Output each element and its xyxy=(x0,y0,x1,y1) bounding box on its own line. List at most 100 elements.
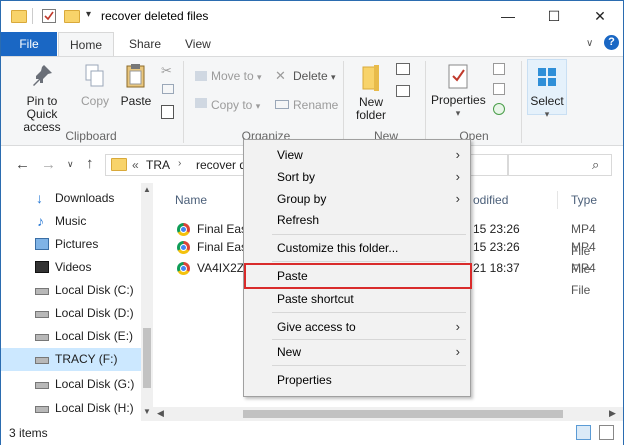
drive-icon xyxy=(35,406,49,413)
videos-icon xyxy=(35,261,49,273)
nav-scroll-thumb[interactable] xyxy=(143,328,151,388)
copy-label: Copy xyxy=(80,94,109,108)
nav-item-label: Local Disk (E:) xyxy=(55,329,134,343)
menu-item-group-by[interactable]: Group by › xyxy=(244,188,470,210)
content-scroll-thumb[interactable] xyxy=(243,410,563,418)
drive-icon xyxy=(35,311,49,318)
submenu-arrow-icon: › xyxy=(455,344,460,359)
easy-access-icon[interactable] xyxy=(396,85,410,97)
paste-button[interactable]: Paste xyxy=(119,63,153,108)
properties-button[interactable]: Properties ▾ xyxy=(431,63,486,120)
details-view-icon[interactable] xyxy=(576,425,591,440)
move-to-icon xyxy=(195,71,207,81)
recent-locations-icon[interactable]: ∨ xyxy=(67,159,74,170)
address-overflow[interactable]: « xyxy=(132,158,139,172)
nav-item-label: Local Disk (H:) xyxy=(55,401,134,415)
drive-icon xyxy=(35,334,49,341)
search-input[interactable]: ⌕ xyxy=(507,154,612,176)
menu-separator xyxy=(272,234,466,235)
copy-to-label: Copy to xyxy=(211,98,253,112)
move-to-button[interactable]: Move to ▾ xyxy=(211,69,262,83)
menu-separator xyxy=(272,339,466,340)
breadcrumb-recover[interactable]: recover d xyxy=(196,158,246,172)
nav-item-videos[interactable]: Videos xyxy=(1,256,141,279)
scroll-right-icon[interactable]: ▶ xyxy=(609,408,616,419)
customize-quick-access-icon[interactable]: ▾ xyxy=(86,9,91,20)
tab-view[interactable]: View xyxy=(173,32,223,56)
menu-item-label: View xyxy=(277,148,303,162)
scroll-down-icon[interactable]: ▼ xyxy=(143,407,151,416)
scroll-up-icon[interactable]: ▲ xyxy=(143,185,151,194)
new-folder-button[interactable]: New folder xyxy=(351,63,391,122)
collapse-ribbon-icon[interactable]: ∨ xyxy=(586,38,593,49)
cut-icon[interactable]: ✂ xyxy=(161,63,172,79)
menu-separator xyxy=(272,365,466,366)
chrome-file-icon xyxy=(177,241,190,254)
item-count: 3 items xyxy=(9,426,48,440)
rename-button[interactable]: Rename xyxy=(293,98,338,112)
delete-label: Delete xyxy=(293,69,328,83)
menu-item-give-access[interactable]: Give access to › xyxy=(244,316,470,338)
menu-item-sort-by[interactable]: Sort by › xyxy=(244,166,470,188)
nav-item-music[interactable]: ♪ Music xyxy=(1,210,141,233)
nav-item-downloads[interactable]: ↓ Downloads xyxy=(1,187,141,210)
ribbon-separator xyxy=(183,61,184,143)
new-folder-quick-icon[interactable] xyxy=(64,10,80,23)
nav-item-local-disk-c[interactable]: Local Disk (C:) xyxy=(1,279,141,302)
nav-item-local-disk-e[interactable]: Local Disk (E:) xyxy=(1,325,141,348)
folder-icon xyxy=(11,10,27,23)
properties-check-icon[interactable] xyxy=(42,9,56,23)
column-type[interactable]: Type xyxy=(571,193,597,207)
maximize-button[interactable]: ☐ xyxy=(531,1,577,31)
file-type: MP4 File xyxy=(571,261,596,297)
menu-item-view[interactable]: View › xyxy=(244,144,470,166)
select-grid-icon xyxy=(538,68,556,86)
open-icon[interactable] xyxy=(493,63,505,75)
copy-button[interactable]: Copy xyxy=(79,63,111,108)
properties-label: Properties xyxy=(431,93,486,107)
up-arrow-icon[interactable]: ↑ xyxy=(86,155,94,172)
copy-path-icon[interactable] xyxy=(162,84,174,94)
menu-item-paste-shortcut[interactable]: Paste shortcut xyxy=(244,288,470,310)
tab-home[interactable]: Home xyxy=(58,32,114,56)
copy-to-button[interactable]: Copy to ▾ xyxy=(211,98,260,112)
nav-item-label: TRACY (F:) xyxy=(55,352,118,366)
menu-item-refresh[interactable]: Refresh xyxy=(244,209,470,231)
nav-item-local-disk-h[interactable]: Local Disk (H:) xyxy=(1,397,141,420)
nav-item-tracy-f[interactable]: TRACY (F:) xyxy=(1,348,141,371)
nav-scrollbar[interactable]: ▲ ▼ xyxy=(141,183,153,421)
paste-shortcut-icon[interactable] xyxy=(161,105,174,119)
drive-icon xyxy=(35,357,49,364)
content-scrollbar[interactable]: ◀ ▶ xyxy=(153,407,623,421)
menu-item-properties[interactable]: Properties xyxy=(244,369,470,391)
history-icon[interactable] xyxy=(493,103,505,115)
chrome-file-icon xyxy=(177,223,190,236)
nav-item-label: Downloads xyxy=(55,191,115,205)
minimize-button[interactable]: — xyxy=(485,1,531,31)
back-arrow-icon[interactable]: ← xyxy=(15,156,30,173)
paste-highlight-box xyxy=(244,263,472,289)
delete-button[interactable]: Delete ▾ xyxy=(293,69,336,83)
new-item-icon[interactable] xyxy=(396,63,410,75)
forward-arrow-icon[interactable]: → xyxy=(41,156,56,173)
column-name[interactable]: Name xyxy=(175,193,207,207)
navigation-pane: ↓ Downloads ♪ Music Pictures Videos Loca… xyxy=(1,183,153,421)
column-date-modified[interactable]: odified xyxy=(473,193,508,207)
menu-item-new[interactable]: New › xyxy=(244,341,470,363)
large-icons-view-icon[interactable] xyxy=(599,425,614,440)
search-icon: ⌕ xyxy=(592,157,600,172)
submenu-arrow-icon: › xyxy=(455,319,460,334)
select-button[interactable]: Select ▾ xyxy=(527,59,567,119)
nav-item-local-disk-g[interactable]: Local Disk (G:) xyxy=(1,373,141,396)
scroll-left-icon[interactable]: ◀ xyxy=(157,408,164,419)
pin-to-quick-access-button[interactable]: Pin to Quick access xyxy=(7,63,77,134)
menu-item-customize-folder[interactable]: Customize this folder... xyxy=(244,237,470,259)
tab-share[interactable]: Share xyxy=(117,32,173,56)
breadcrumb-tracy[interactable]: TRA xyxy=(146,158,170,172)
close-button[interactable]: ✕ xyxy=(577,1,623,31)
tab-file[interactable]: File xyxy=(1,32,57,56)
help-icon[interactable]: ? xyxy=(604,35,619,50)
nav-item-local-disk-d[interactable]: Local Disk (D:) xyxy=(1,302,141,325)
nav-item-pictures[interactable]: Pictures xyxy=(1,233,141,256)
edit-icon[interactable] xyxy=(493,83,505,95)
